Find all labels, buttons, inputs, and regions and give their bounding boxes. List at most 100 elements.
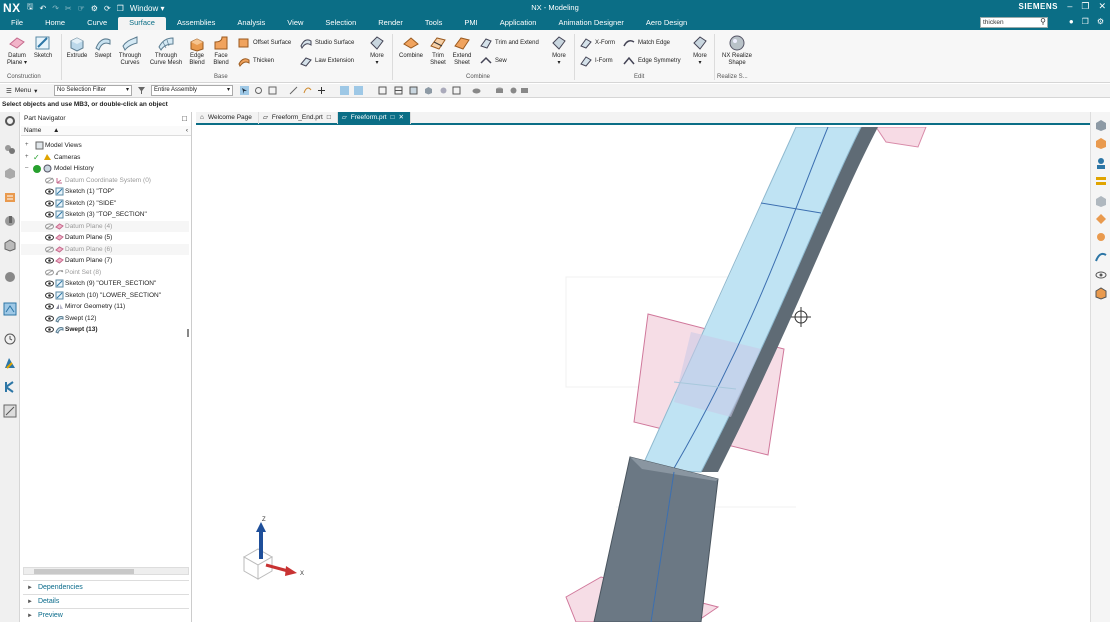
tree-row-feature[interactable]: Sketch (3) "TOP_SECTION" [21,209,189,221]
point-snap-icon[interactable] [289,86,298,95]
thicken-button[interactable]: Thicken [238,55,274,67]
customize-icon[interactable]: ❐ [1082,17,1089,26]
tab-view[interactable]: View [276,17,314,30]
minimize-icon[interactable]: – [1067,1,1072,12]
show-hide-icon[interactable] [439,86,448,95]
clock-icon[interactable] [3,332,17,346]
expand-icon[interactable]: + [25,152,29,164]
iform-button[interactable]: I-Form [580,55,613,67]
tree-row-model-history[interactable]: – Model History [21,163,189,175]
layer-icon[interactable] [472,86,481,95]
tab-surface[interactable]: Surface [118,17,166,30]
lower-solid-block[interactable] [593,456,719,622]
studio-surface-button[interactable]: Studio Surface [300,37,354,49]
curve-rule-icon[interactable] [303,86,312,95]
window-menu[interactable]: Window ▾ [130,4,165,13]
tab-home[interactable]: Home [34,17,76,30]
tree-row-feature[interactable]: Mirror Geometry (11) [21,301,189,313]
section-view-icon[interactable] [452,86,461,95]
tab-selection[interactable]: Selection [314,17,367,30]
dependencies-panel[interactable]: ► Dependencies [23,580,189,593]
nx-realize-shape-button[interactable]: NX Realize Shape [718,34,756,66]
selection-scope-dropdown[interactable]: Entire Assembly ▾ [151,85,233,96]
edge-symmetry-button[interactable]: Edge Symmetry [623,55,681,67]
sort-ascending-icon[interactable]: ▲ [53,126,59,136]
constraint-navigator-icon[interactable] [3,166,17,180]
eye-visible-icon[interactable] [45,234,54,241]
combine-more-button[interactable]: More ▾ [548,34,570,66]
box-select-icon[interactable] [354,86,363,95]
datum-plane-top[interactable] [875,127,927,148]
extrude-button[interactable]: Extrude [64,34,90,60]
tree-row-model-views[interactable]: + Model Views [21,140,189,152]
eye-visible-icon[interactable] [45,257,54,264]
settings-icon[interactable]: ⚙ [1097,17,1104,26]
select-cursor-icon[interactable] [240,86,249,95]
surface-analysis-icon[interactable] [1094,250,1108,264]
eye-visible-icon[interactable] [45,200,54,207]
checkmark-icon[interactable]: ✓ [33,152,40,164]
help-icon[interactable]: ● [1069,17,1074,26]
through-curves-button[interactable]: Through Curves [116,34,144,66]
orange-shape-icon[interactable] [1094,212,1108,226]
model-viewport[interactable]: Z X [196,127,1089,622]
trim-sheet-button[interactable]: Trim Sheet [427,34,449,66]
kf-navigator-icon[interactable] [3,380,17,394]
law-extension-button[interactable]: Law Extension [300,55,354,67]
tree-row-feature[interactable]: Datum Plane (4) [21,220,189,232]
base-more-button[interactable]: More ▾ [366,34,388,66]
tree-row-feature[interactable]: Sketch (10) "LOWER_SECTION" [21,290,189,302]
tab-analysis[interactable]: Analysis [226,17,276,30]
swept-button[interactable]: Swept [92,34,114,60]
eye-visible-icon[interactable] [45,292,54,299]
details-panel[interactable]: ► Details [23,594,189,607]
tree-row-feature[interactable]: Datum Plane (6) [21,243,189,255]
window-switch-icon[interactable]: ❐ [117,4,124,13]
tab-application[interactable]: Application [489,17,548,30]
redo-icon[interactable]: ↷ [52,4,59,13]
restore-icon[interactable]: ❐ [1081,1,1089,12]
tree-row-cameras[interactable]: + ✓ Cameras [21,152,189,164]
sketch-button[interactable]: Sketch [32,34,54,60]
undo-icon[interactable]: ↶ [40,4,47,13]
tab-assemblies[interactable]: Assemblies [166,17,226,30]
combine-button[interactable]: Combine [397,34,425,60]
select-all-icon[interactable] [340,86,349,95]
orange-cube-icon[interactable] [1094,136,1108,150]
eye-icon[interactable] [1094,268,1108,282]
offset-surface-button[interactable]: Offset Surface [238,37,291,49]
trim-and-extend-button[interactable]: Trim and Extend [480,37,539,49]
tree-row-feature[interactable]: Datum Plane (5) [21,232,189,244]
tree-row-feature[interactable]: Swept (12) [21,313,189,325]
cube-view-icon[interactable] [1094,118,1108,132]
save-icon[interactable]: 🖫 [27,1,34,15]
face-blend-button[interactable]: Face Blend [210,34,232,66]
datum-plane-button[interactable]: Datum Plane ▾ [4,34,30,66]
repeat-command-icon[interactable]: ⟳ [104,4,111,13]
search-icon[interactable]: ⚲ [1040,17,1046,26]
view-orient-icon[interactable] [394,86,403,95]
zoom-fit-icon[interactable] [378,86,387,95]
filter-funnel-icon[interactable] [137,86,146,95]
match-edge-button[interactable]: Match Edge [623,37,670,49]
tree-row-feature[interactable]: Datum Coordinate System (0) [21,175,189,187]
user-icon[interactable] [1094,156,1108,170]
preview-panel[interactable]: ► Preview [23,608,189,621]
roles-icon[interactable] [3,404,17,418]
cut-icon[interactable]: ✂ [65,4,72,13]
part-icon[interactable] [1094,286,1108,300]
eye-hidden-icon[interactable] [45,223,54,230]
scrollbar-thumb[interactable] [34,569,134,574]
layers-icon[interactable] [1094,174,1108,188]
menu-button[interactable]: ☰ Menu ▾ [6,87,37,95]
assembly-navigator-icon[interactable] [3,142,17,156]
through-curve-mesh-button[interactable]: Through Curve Mesh [148,34,184,66]
web-browser-icon[interactable] [3,270,17,284]
column-expand-icon[interactable]: ‹ [186,126,188,136]
close-icon[interactable]: ✕ [1098,1,1106,12]
command-search-input[interactable]: thicken ⚲ [980,17,1048,28]
eye-hidden-icon[interactable] [45,246,54,253]
reuse-library-icon[interactable] [3,214,17,228]
assembly-icon[interactable] [520,86,529,95]
tab-file[interactable]: File [0,17,34,30]
